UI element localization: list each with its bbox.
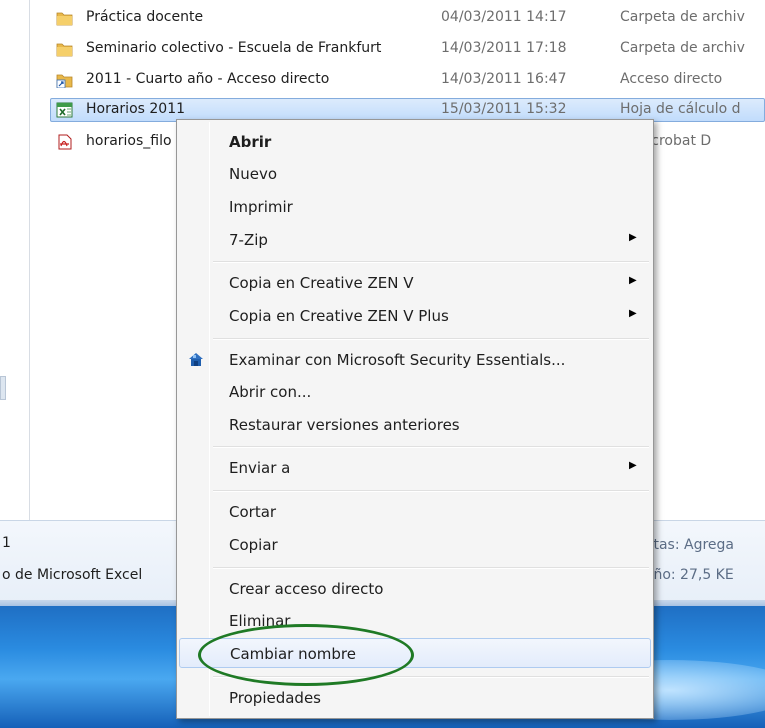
menu-separator <box>213 338 649 340</box>
file-type: Acceso directo <box>620 71 723 87</box>
menu-item-examinar-mse[interactable]: Examinar con Microsoft Security Essentia… <box>179 345 651 375</box>
menu-item-label: Copia en Creative ZEN V <box>229 274 414 292</box>
excel-icon <box>56 102 73 118</box>
menu-item-abrir[interactable]: Abrir <box>179 127 651 157</box>
file-type: Carpeta de archiv <box>620 40 745 56</box>
menu-item-copia-zen-v[interactable]: Copia en Creative ZEN V ▶ <box>179 268 651 298</box>
file-date: 14/03/2011 16:47 <box>441 71 567 87</box>
menu-item-label: Crear acceso directo <box>229 580 384 598</box>
menu-item-label: Cortar <box>229 503 277 521</box>
menu-item-label: Enviar a <box>229 459 291 477</box>
annotation-ellipse <box>198 624 414 686</box>
pdf-icon <box>58 134 72 150</box>
menu-separator <box>213 490 649 492</box>
file-type: Hoja de cálculo d <box>620 101 741 117</box>
folder-icon <box>56 12 73 26</box>
submenu-arrow-icon: ▶ <box>629 460 637 471</box>
file-name: Horarios 2011 <box>86 101 186 117</box>
selected-filetype: o de Microsoft Excel <box>2 567 143 583</box>
menu-item-label: Examinar con Microsoft Security Essentia… <box>229 351 566 369</box>
navigation-pane-scroll-handle[interactable] <box>0 376 6 400</box>
menu-item-cortar[interactable]: Cortar <box>179 497 651 527</box>
menu-item-abrir-con[interactable]: Abrir con... <box>179 377 651 407</box>
file-row[interactable]: 2011 - Cuarto año - Acceso directo 14/03… <box>50 68 765 92</box>
menu-separator <box>213 261 649 263</box>
menu-separator <box>213 567 649 569</box>
file-type: Carpeta de archiv <box>620 9 745 25</box>
menu-item-label: Restaurar versiones anteriores <box>229 416 460 434</box>
menu-item-label: Copia en Creative ZEN V Plus <box>229 307 449 325</box>
file-name: Seminario colectivo - Escuela de Frankfu… <box>86 40 382 56</box>
file-row[interactable]: Práctica docente 04/03/2011 14:17 Carpet… <box>50 6 765 30</box>
menu-item-enviar-a[interactable]: Enviar a ▶ <box>179 453 651 483</box>
file-date: 15/03/2011 15:32 <box>441 101 567 117</box>
menu-item-nuevo[interactable]: Nuevo <box>179 159 651 189</box>
file-name: 2011 - Cuarto año - Acceso directo <box>86 71 330 87</box>
menu-item-label: Copiar <box>229 536 278 554</box>
menu-separator <box>213 446 649 448</box>
file-date: 04/03/2011 14:17 <box>441 9 567 25</box>
menu-item-7zip[interactable]: 7-Zip ▶ <box>179 225 651 255</box>
file-row[interactable]: Seminario colectivo - Escuela de Frankfu… <box>50 37 765 61</box>
selected-count: 1 <box>2 535 11 551</box>
menu-item-crear-acceso-directo[interactable]: Crear acceso directo <box>179 574 651 604</box>
menu-item-copia-zen-v-plus[interactable]: Copia en Creative ZEN V Plus ▶ <box>179 301 651 331</box>
file-name: Práctica docente <box>86 9 204 25</box>
navigation-pane <box>0 0 30 520</box>
menu-item-label: Abrir con... <box>229 383 312 401</box>
menu-item-label: Abrir <box>229 133 272 151</box>
file-name: horarios_filo <box>86 133 172 149</box>
menu-item-copiar[interactable]: Copiar <box>179 530 651 560</box>
menu-item-imprimir[interactable]: Imprimir <box>179 192 651 222</box>
menu-item-restaurar-versiones[interactable]: Restaurar versiones anteriores <box>179 410 651 440</box>
folder-icon <box>56 43 73 57</box>
submenu-arrow-icon: ▶ <box>629 308 637 319</box>
menu-item-label: Propiedades <box>229 689 321 707</box>
menu-item-label: Nuevo <box>229 165 278 183</box>
file-date: 14/03/2011 17:18 <box>441 40 567 56</box>
security-essentials-icon <box>189 353 203 366</box>
menu-item-label: 7-Zip <box>229 231 268 249</box>
menu-item-propiedades[interactable]: Propiedades <box>179 683 651 713</box>
submenu-arrow-icon: ▶ <box>629 275 637 286</box>
submenu-arrow-icon: ▶ <box>629 232 637 243</box>
shortcut-icon <box>56 74 73 88</box>
menu-item-label: Imprimir <box>229 198 293 216</box>
